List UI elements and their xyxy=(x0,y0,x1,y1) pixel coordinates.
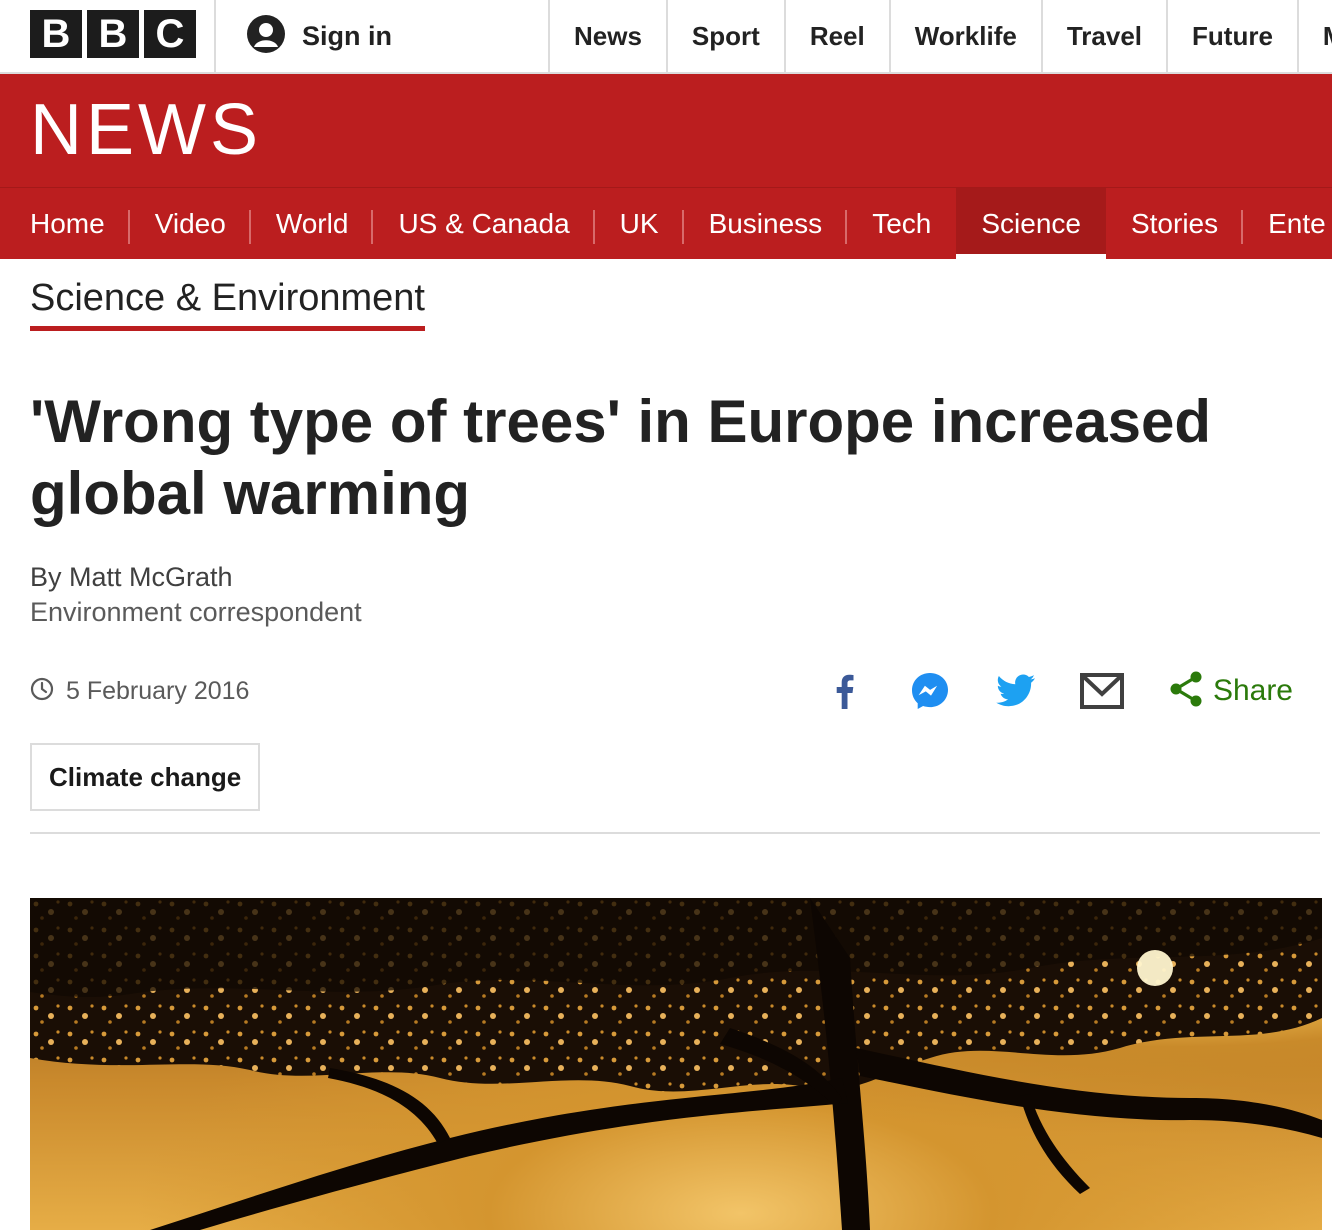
section-nav-world[interactable]: World xyxy=(251,188,374,259)
author-name: By Matt McGrath xyxy=(30,562,233,592)
bbc-logo[interactable]: B B C xyxy=(30,10,196,58)
article-headline: 'Wrong type of trees' in Europe increase… xyxy=(30,388,1212,527)
email-icon[interactable] xyxy=(1079,668,1125,714)
top-nav-reel[interactable]: Reel xyxy=(783,0,889,72)
sign-in-label: Sign in xyxy=(302,20,392,51)
top-nav-travel[interactable]: Travel xyxy=(1040,0,1166,72)
section-nav-entertainment[interactable]: Ente xyxy=(1243,188,1332,259)
bbc-logo-letter: C xyxy=(144,10,196,58)
messenger-icon[interactable] xyxy=(907,668,953,714)
section-nav-video[interactable]: Video xyxy=(130,188,251,259)
author-role: Environment correspondent xyxy=(30,597,362,627)
bbc-logo-letter: B xyxy=(87,10,139,58)
share-icon xyxy=(1169,671,1203,712)
hero-tree-silhouette xyxy=(30,898,1322,1230)
top-nav-worklife[interactable]: Worklife xyxy=(888,0,1041,72)
section-title[interactable]: Science & Environment xyxy=(30,276,425,331)
date-text: 5 February 2016 xyxy=(66,676,250,705)
tree-silhouette-sunset-image xyxy=(30,898,1322,1230)
article-date: 5 February 2016 xyxy=(30,674,249,708)
news-banner: NEWS xyxy=(0,74,1332,187)
section-nav-tech[interactable]: Tech xyxy=(847,188,956,259)
bbc-top-bar: B B C Sign in News Sport Reel Worklife T… xyxy=(0,0,1332,74)
divider xyxy=(30,832,1320,834)
section-nav-uk[interactable]: UK xyxy=(595,188,684,259)
section-nav-us-canada[interactable]: US & Canada xyxy=(373,188,595,259)
section-nav-business[interactable]: Business xyxy=(684,188,848,259)
top-nav-future[interactable]: Future xyxy=(1166,0,1297,72)
user-icon xyxy=(246,14,286,59)
clock-icon xyxy=(30,677,54,706)
share-tools: Share xyxy=(781,668,1293,714)
section-nav-label: World xyxy=(275,208,349,239)
section-nav-science[interactable]: Science xyxy=(956,188,1106,259)
top-nav-sport[interactable]: Sport xyxy=(665,0,784,72)
top-nav-more[interactable]: M xyxy=(1296,0,1332,72)
section-nav-label: Tech xyxy=(872,208,932,239)
share-button[interactable]: Share xyxy=(1169,671,1293,712)
section-nav-label: US & Canada xyxy=(398,208,570,239)
sign-in-link[interactable]: Sign in xyxy=(246,14,392,58)
section-nav-label: Stories xyxy=(1130,208,1219,239)
section-nav-label: Business xyxy=(708,208,823,239)
section-nav-stories[interactable]: Stories xyxy=(1106,188,1244,259)
news-logo[interactable]: NEWS xyxy=(30,94,262,166)
topic-tag-climate-change[interactable]: Climate change xyxy=(30,743,261,811)
twitter-icon[interactable] xyxy=(993,668,1039,714)
section-navigation: Home Video World US & Canada UK Business… xyxy=(0,187,1332,259)
share-label: Share xyxy=(1212,674,1293,707)
facebook-icon[interactable] xyxy=(821,668,867,714)
section-nav-label: Video xyxy=(154,208,226,239)
bbc-logo-letter: B xyxy=(30,10,82,58)
top-nav-news[interactable]: News xyxy=(548,0,666,72)
section-nav-label: UK xyxy=(619,208,659,239)
top-navigation: News Sport Reel Worklife Travel Future M xyxy=(548,0,1332,72)
section-nav-label: Science xyxy=(981,208,1081,239)
section-nav-label: Ente xyxy=(1268,208,1326,239)
section-nav-label: Home xyxy=(30,208,105,239)
divider xyxy=(214,0,216,72)
section-nav-home[interactable]: Home xyxy=(0,188,130,259)
